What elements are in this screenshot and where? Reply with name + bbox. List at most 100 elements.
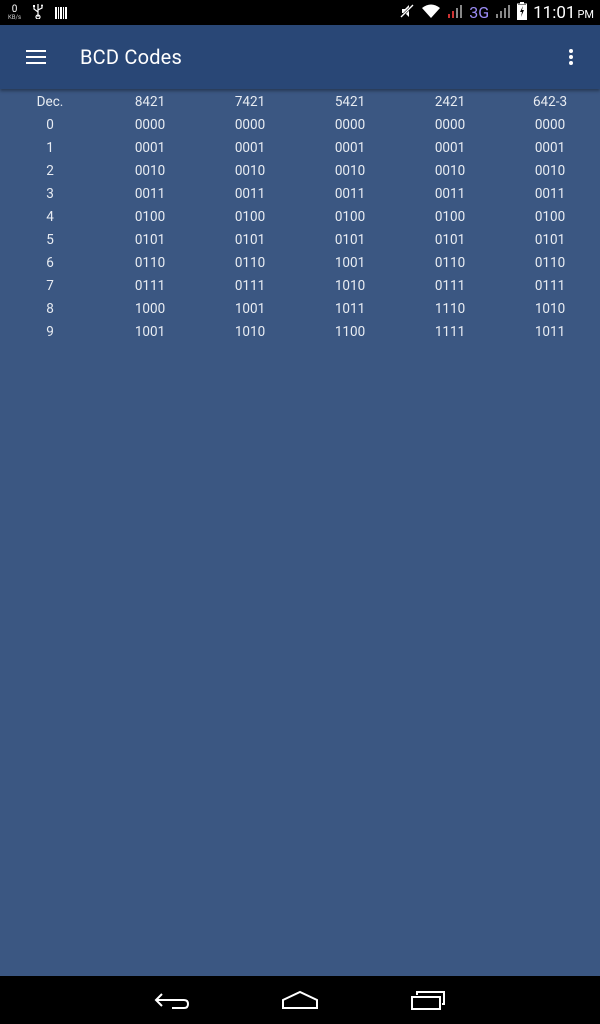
cell-8421: 1001 (134, 323, 166, 340)
cell-dec: 6 (46, 254, 54, 271)
header-8421: 8421 (134, 93, 166, 110)
cell-642-3: 0001 (534, 139, 566, 156)
cell-2421: 0011 (434, 185, 466, 202)
wifi-icon (421, 3, 441, 23)
header-642-3: 642-3 (532, 93, 568, 110)
cell-7421: 0111 (234, 277, 266, 294)
cell-642-3: 1010 (534, 300, 566, 317)
table-row: 0 0000 0000 0000 0000 0000 (0, 113, 600, 136)
cell-8421: 0011 (134, 185, 166, 202)
cell-5421: 1011 (334, 300, 366, 317)
cell-dec: 3 (46, 185, 54, 202)
cell-642-3: 0111 (534, 277, 566, 294)
cell-8421: 0110 (134, 254, 166, 271)
table-row: 2 0010 0010 0010 0010 0010 (0, 159, 600, 182)
cell-5421: 0001 (334, 139, 366, 156)
cell-642-3: 0000 (534, 116, 566, 133)
table-row: 6 0110 0110 1001 0110 0110 (0, 251, 600, 274)
signal-icon (447, 3, 463, 23)
cell-dec: 8 (46, 300, 54, 317)
cell-7421: 0001 (234, 139, 266, 156)
cell-7421: 0110 (234, 254, 266, 271)
cell-5421: 0010 (334, 162, 366, 179)
recent-apps-icon[interactable] (398, 982, 458, 1018)
cell-5421: 0100 (334, 208, 366, 225)
table-row: 1 0001 0001 0001 0001 0001 (0, 136, 600, 159)
cell-642-3: 0100 (534, 208, 566, 225)
cell-8421: 0010 (134, 162, 166, 179)
cell-7421: 0101 (234, 231, 266, 248)
table-row: 4 0100 0100 0100 0100 0100 (0, 205, 600, 228)
cell-5421: 1100 (334, 323, 366, 340)
cell-dec: 4 (46, 208, 54, 225)
cell-8421: 0101 (134, 231, 166, 248)
cell-dec: 0 (46, 116, 54, 133)
header-5421: 5421 (334, 93, 366, 110)
bcd-codes-table: Dec. 8421 7421 5421 2421 642-3 0 0000 0000… (0, 90, 600, 343)
network-speed-unit: KB/s (8, 14, 22, 21)
cell-5421: 0000 (334, 116, 366, 133)
usb-icon (31, 3, 45, 23)
cell-5421: 1001 (334, 254, 366, 271)
cell-7421: 0000 (234, 116, 266, 133)
cell-8421: 0111 (134, 277, 166, 294)
cell-2421: 0111 (434, 277, 466, 294)
hamburger-menu-icon[interactable] (14, 35, 58, 79)
table-body: 0 0000 0000 0000 0000 0000 1 0001 0001 0001 0001 00… (0, 113, 600, 343)
cell-5421: 0101 (334, 231, 366, 248)
clock-time: 11:01 (533, 2, 576, 23)
cell-7421: 0100 (234, 208, 266, 225)
navigation-bar (0, 976, 600, 1024)
cell-8421: 0100 (134, 208, 166, 225)
table-row: 9 1001 1010 1100 1111 1011 (0, 320, 600, 343)
cell-2421: 0100 (434, 208, 466, 225)
barcode-icon (55, 4, 68, 23)
table-row: 8 1000 1001 1011 1110 1010 (0, 297, 600, 320)
overflow-menu-icon[interactable] (556, 35, 586, 79)
header-7421: 7421 (234, 93, 266, 110)
page-title: BCD Codes (80, 45, 182, 69)
status-bar: 0 KB/s 3G 11:01 PM (0, 0, 600, 25)
cell-2421: 0110 (434, 254, 466, 271)
cell-7421: 0011 (234, 185, 266, 202)
mute-icon (399, 3, 415, 23)
cell-2421: 0001 (434, 139, 466, 156)
cell-dec: 5 (46, 231, 54, 248)
cell-2421: 1111 (434, 323, 466, 340)
cell-5421: 0011 (334, 185, 366, 202)
cell-642-3: 0101 (534, 231, 566, 248)
cell-dec: 2 (46, 162, 54, 179)
cell-642-3: 0110 (534, 254, 566, 271)
table-header-row: Dec. 8421 7421 5421 2421 642-3 (0, 90, 600, 113)
battery-charging-icon (517, 1, 528, 24)
cell-8421: 1000 (134, 300, 166, 317)
header-2421: 2421 (434, 93, 466, 110)
back-icon[interactable] (142, 982, 202, 1018)
cell-642-3: 0010 (534, 162, 566, 179)
cell-2421: 0000 (434, 116, 466, 133)
cell-5421: 1010 (334, 277, 366, 294)
cell-7421: 0010 (234, 162, 266, 179)
cell-642-3: 0011 (534, 185, 566, 202)
cell-7421: 1001 (234, 300, 266, 317)
status-bar-left: 0 KB/s (8, 2, 68, 24)
cell-2421: 0101 (434, 231, 466, 248)
cell-8421: 0001 (134, 139, 166, 156)
header-dec: Dec. (36, 93, 64, 110)
cell-dec: 1 (46, 139, 54, 156)
cell-dec: 9 (46, 323, 54, 340)
table-row: 7 0111 0111 1010 0111 0111 (0, 274, 600, 297)
table-row: 5 0101 0101 0101 0101 0101 (0, 228, 600, 251)
network-speed: 0 KB/s (8, 5, 21, 21)
bcd-table-container: Dec. 8421 7421 5421 2421 642-3 0 0000 0000… (0, 89, 600, 976)
cell-8421: 0000 (134, 116, 166, 133)
cell-642-3: 1011 (534, 323, 566, 340)
signal-icon-2 (495, 3, 511, 23)
cell-7421: 1010 (234, 323, 266, 340)
app-toolbar: BCD Codes (0, 25, 600, 89)
clock-ampm: PM (577, 7, 594, 21)
table-row: 3 0011 0011 0011 0011 0011 (0, 182, 600, 205)
status-bar-right: 3G 11:01 PM (399, 0, 594, 25)
cell-2421: 1110 (434, 300, 466, 317)
home-icon[interactable] (270, 982, 330, 1018)
